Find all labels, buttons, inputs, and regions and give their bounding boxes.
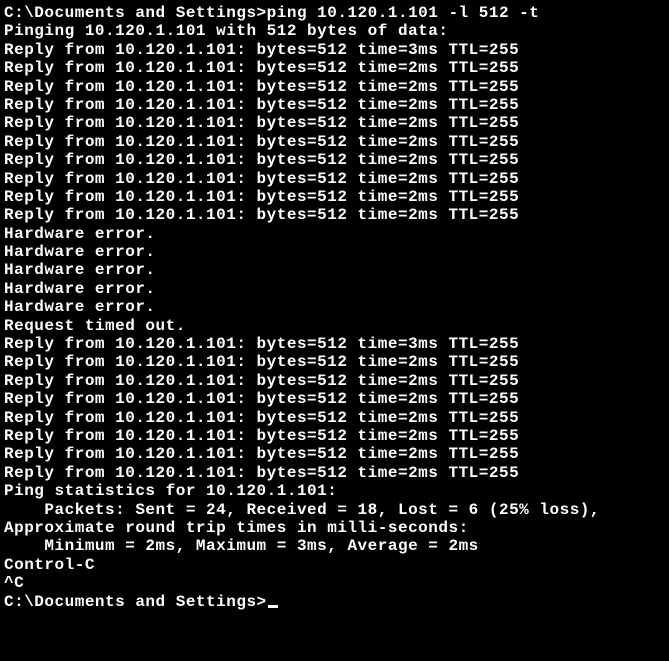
reply-line: Reply from 10.120.1.101: bytes=512 time=… <box>4 409 665 427</box>
caret-c: ^C <box>4 574 665 592</box>
reply-line: Reply from 10.120.1.101: bytes=512 time=… <box>4 151 665 169</box>
reply-line: Reply from 10.120.1.101: bytes=512 time=… <box>4 353 665 371</box>
prompt: C:\Documents and Settings> <box>4 593 267 611</box>
stats-packets: Packets: Sent = 24, Received = 18, Lost … <box>4 501 665 519</box>
reply-line: Reply from 10.120.1.101: bytes=512 time=… <box>4 206 665 224</box>
reply-line: Reply from 10.120.1.101: bytes=512 time=… <box>4 170 665 188</box>
command-line: C:\Documents and Settings>ping 10.120.1.… <box>4 4 665 22</box>
reply-line: Reply from 10.120.1.101: bytes=512 time=… <box>4 464 665 482</box>
reply-line: Reply from 10.120.1.101: bytes=512 time=… <box>4 96 665 114</box>
reply-line: Reply from 10.120.1.101: bytes=512 time=… <box>4 133 665 151</box>
reply-line: Reply from 10.120.1.101: bytes=512 time=… <box>4 445 665 463</box>
reply-line: Reply from 10.120.1.101: bytes=512 time=… <box>4 427 665 445</box>
prompt: C:\Documents and Settings> <box>4 4 267 22</box>
command-text: ping 10.120.1.101 -l 512 -t <box>267 4 540 22</box>
cursor-icon <box>268 605 278 608</box>
reply-line: Reply from 10.120.1.101: bytes=512 time=… <box>4 390 665 408</box>
reply-line: Reply from 10.120.1.101: bytes=512 time=… <box>4 188 665 206</box>
error-line: Hardware error. <box>4 298 665 316</box>
error-line: Hardware error. <box>4 243 665 261</box>
stats-header: Ping statistics for 10.120.1.101: <box>4 482 665 500</box>
timeout-line: Request timed out. <box>4 317 665 335</box>
error-line: Hardware error. <box>4 280 665 298</box>
error-line: Hardware error. <box>4 225 665 243</box>
reply-line: Reply from 10.120.1.101: bytes=512 time=… <box>4 114 665 132</box>
reply-line: Reply from 10.120.1.101: bytes=512 time=… <box>4 41 665 59</box>
reply-line: Reply from 10.120.1.101: bytes=512 time=… <box>4 59 665 77</box>
prompt-line[interactable]: C:\Documents and Settings> <box>4 593 665 611</box>
ping-header: Pinging 10.120.1.101 with 512 bytes of d… <box>4 22 665 40</box>
stats-rtt-header: Approximate round trip times in milli-se… <box>4 519 665 537</box>
error-line: Hardware error. <box>4 261 665 279</box>
reply-line: Reply from 10.120.1.101: bytes=512 time=… <box>4 335 665 353</box>
stats-rtt: Minimum = 2ms, Maximum = 3ms, Average = … <box>4 537 665 555</box>
terminal-output[interactable]: C:\Documents and Settings>ping 10.120.1.… <box>4 4 665 611</box>
reply-line: Reply from 10.120.1.101: bytes=512 time=… <box>4 78 665 96</box>
control-c: Control-C <box>4 556 665 574</box>
reply-line: Reply from 10.120.1.101: bytes=512 time=… <box>4 372 665 390</box>
